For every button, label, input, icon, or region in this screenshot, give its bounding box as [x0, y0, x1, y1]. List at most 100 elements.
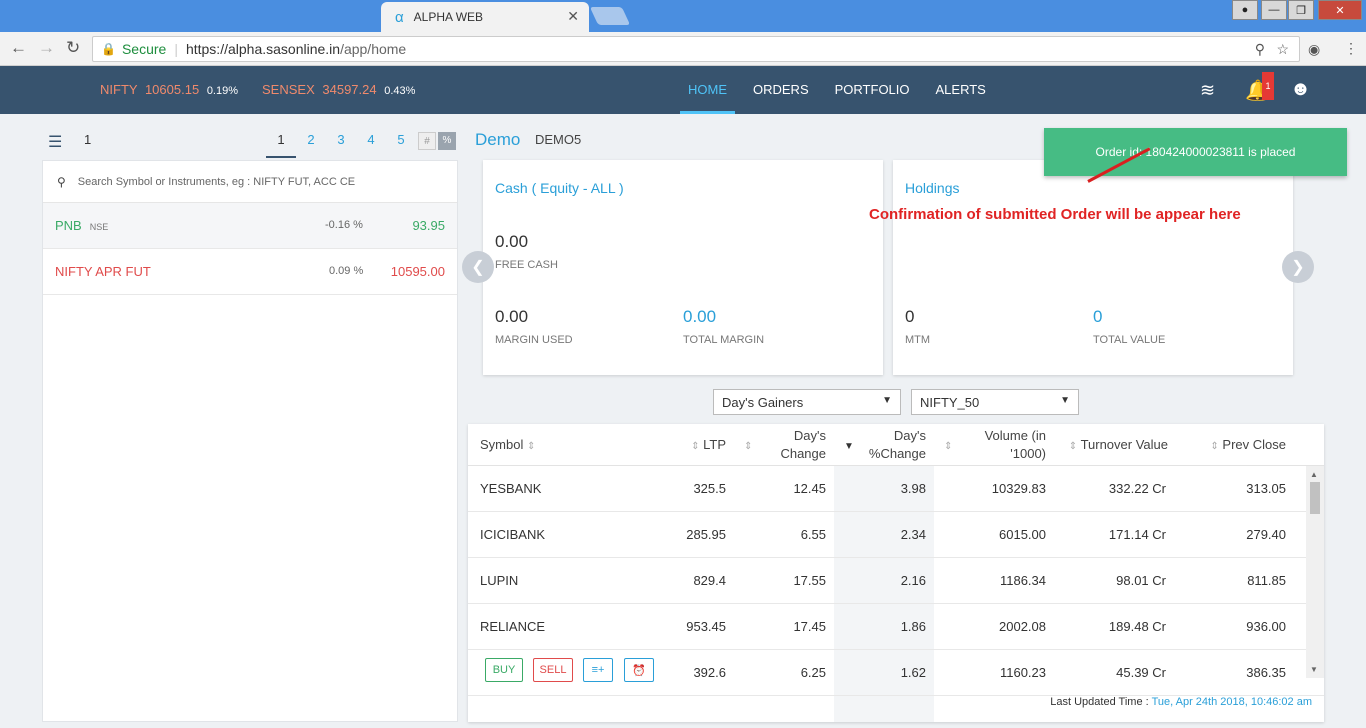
cell-volume: 10329.83	[991, 481, 1046, 496]
nav-alerts[interactable]: ALERTS	[928, 66, 994, 114]
scroll-up-icon[interactable]: ▲	[1310, 470, 1318, 479]
header-day-change-line1: Day's	[793, 428, 826, 443]
sell-button[interactable]: SELL	[533, 658, 573, 682]
cell-symbol: YESBANK	[480, 481, 542, 496]
maximize-button[interactable]: ❐	[1288, 0, 1314, 20]
cell-ltp: 285.95	[686, 527, 726, 542]
watchlist-panel: ⚲ Search Symbol or Instruments, eg : NIF…	[42, 160, 458, 722]
sort-icon: ⇕	[691, 441, 700, 452]
watchlist-item[interactable]: PNB NSE -0.16 % 93.95	[43, 203, 457, 249]
ticker-nifty[interactable]: NIFTY 10605.15 0.19%	[100, 82, 238, 97]
star-icon[interactable]: ☆	[1276, 41, 1289, 58]
address-bar: ← → ↻ 🔒 Secure | https://alpha.sasonline…	[0, 32, 1366, 66]
scroll-down-icon[interactable]: ▼	[1310, 665, 1318, 674]
watchlist-symbol: NIFTY APR FUT	[55, 264, 151, 279]
alarm-icon[interactable]: ⏰	[624, 658, 654, 682]
list-icon[interactable]: ☰	[48, 132, 62, 152]
watchlist-change: -0.16 %	[325, 219, 363, 231]
watchlist-pages: 1 2 3 4 5	[266, 124, 416, 158]
secure-label: Secure	[121, 41, 167, 57]
url-separator: |	[174, 41, 178, 57]
scroll-thumb[interactable]	[1310, 482, 1320, 514]
total-margin-label: TOTAL MARGIN	[683, 334, 765, 346]
table-scrollbar[interactable]: ▲ ▼	[1306, 466, 1324, 678]
carousel-prev-button[interactable]: ❮	[462, 251, 494, 283]
user-profile-icon[interactable]: ☻	[1290, 78, 1311, 101]
browser-tab[interactable]: α ALPHA WEB ✕	[381, 2, 589, 32]
total-margin-value: 0.00	[683, 307, 717, 326]
menu-icon[interactable]: ⋮	[1344, 40, 1358, 57]
window-close-button[interactable]: ✕	[1318, 0, 1362, 20]
header-prev-close[interactable]: ⇕ Prev Close	[1208, 436, 1286, 456]
watchlist-page-4[interactable]: 4	[356, 124, 386, 158]
header-pct-change-line1: Day's	[893, 428, 926, 443]
watchlist-page-2[interactable]: 2	[296, 124, 326, 158]
cell-change: 17.55	[793, 573, 826, 588]
header-volume[interactable]: Volume (in '1000)	[968, 427, 1046, 463]
header-day-change[interactable]: Day's Change	[768, 427, 826, 463]
search-input[interactable]: Search Symbol or Instruments, eg : NIFTY…	[78, 176, 355, 188]
header-pct-change[interactable]: Day's %Change	[864, 427, 926, 463]
table-row[interactable]: LUPIN 829.4 17.55 2.16 1186.34 98.01 Cr …	[468, 558, 1324, 604]
forward-icon[interactable]: →	[38, 38, 55, 58]
table-row-hovered[interactable]: BUY SELL ≡+ ⏰ 392.6 6.25 1.62 1160.23 45…	[468, 650, 1324, 696]
cell-volume: 6015.00	[999, 527, 1046, 542]
cell-turnover: 332.22 Cr	[1108, 481, 1166, 496]
add-to-watchlist-icon[interactable]: ≡+	[583, 658, 613, 682]
user-icon[interactable]: ●	[1232, 0, 1258, 20]
nav-home[interactable]: HOME	[680, 66, 735, 114]
sort-icon[interactable]: ⇕	[944, 436, 952, 456]
ticker-name: SENSEX	[262, 82, 315, 97]
mode-percent-button[interactable]: %	[438, 132, 456, 150]
sort-icon[interactable]: ⇕	[744, 436, 752, 456]
cash-card-title[interactable]: Cash ( Equity - ALL )	[495, 180, 624, 196]
cell-ltp: 829.4	[693, 573, 726, 588]
sort-icon: ⇕	[1210, 441, 1219, 452]
index-dropdown[interactable]: NIFTY_50 ▼	[911, 389, 1079, 415]
cell-ltp: 325.5	[693, 481, 726, 496]
carousel-next-button[interactable]: ❯	[1282, 251, 1314, 283]
minimize-button[interactable]: —	[1261, 0, 1287, 20]
watchlist-item[interactable]: NIFTY APR FUT 0.09 % 10595.00	[43, 249, 457, 295]
table-row[interactable]: RELIANCE 953.45 17.45 1.86 2002.08 189.4…	[468, 604, 1324, 650]
gainers-selected: Day's Gainers	[722, 395, 804, 410]
gainers-table: Symbol ⇕ ⇕ LTP ⇕ Day's Change ▼ Day's %Cha…	[468, 424, 1324, 722]
header-symbol[interactable]: Symbol ⇕	[480, 436, 535, 456]
table-row[interactable]: YESBANK 325.5 12.45 3.98 10329.83 332.22…	[468, 466, 1324, 512]
header-turnover[interactable]: ⇕ Turnover Value	[1064, 436, 1168, 456]
watchlist-page-3[interactable]: 3	[326, 124, 356, 158]
header-ltp[interactable]: ⇕ LTP	[688, 436, 726, 456]
table-header: Symbol ⇕ ⇕ LTP ⇕ Day's Change ▼ Day's %Cha…	[468, 424, 1324, 466]
cell-turnover: 171.14 Cr	[1108, 527, 1166, 542]
close-tab-icon[interactable]: ✕	[567, 8, 579, 25]
watchlist-page-5[interactable]: 5	[386, 124, 416, 158]
search-icon: ⚲	[57, 174, 66, 189]
cell-ltp: 953.45	[686, 619, 726, 634]
table-row[interactable]: ICICIBANK 285.95 6.55 2.34 6015.00 171.1…	[468, 512, 1324, 558]
back-icon[interactable]: ←	[10, 38, 27, 58]
url-field[interactable]: 🔒 Secure | https://alpha.sasonline.in /a…	[92, 36, 1300, 62]
main-nav: HOME ORDERS PORTFOLIO ALERTS	[680, 66, 1004, 114]
sort-desc-icon[interactable]: ▼	[844, 436, 854, 456]
reload-icon[interactable]: ↻	[66, 38, 80, 58]
cell-pct: 2.34	[900, 527, 926, 542]
exchange-label: NSE	[89, 222, 109, 232]
search-row[interactable]: ⚲ Search Symbol or Instruments, eg : NIF…	[43, 161, 457, 203]
nav-portfolio[interactable]: PORTFOLIO	[827, 66, 918, 114]
tab-title: ALPHA WEB	[413, 10, 484, 24]
key-icon[interactable]: ⚲	[1255, 41, 1265, 58]
free-cash-value: 0.00	[495, 232, 529, 251]
url-host: https://alpha.sasonline.in	[185, 41, 341, 57]
buy-button[interactable]: BUY	[485, 658, 523, 682]
free-cash-label: FREE CASH	[495, 259, 558, 271]
mode-hash-button[interactable]: #	[418, 132, 436, 150]
nav-orders[interactable]: ORDERS	[745, 66, 817, 114]
watchlist-page-1[interactable]: 1	[266, 124, 296, 158]
new-tab-button[interactable]	[589, 7, 631, 25]
holdings-card-title[interactable]: Holdings	[905, 180, 959, 196]
gainers-dropdown[interactable]: Day's Gainers ▼	[713, 389, 901, 415]
watchlist-ltp: 93.95	[412, 218, 445, 233]
rss-icon[interactable]: ≋	[1200, 80, 1215, 101]
extension-icon[interactable]: ◉	[1308, 41, 1320, 58]
ticker-sensex[interactable]: SENSEX 34597.24 0.43%	[262, 82, 415, 97]
